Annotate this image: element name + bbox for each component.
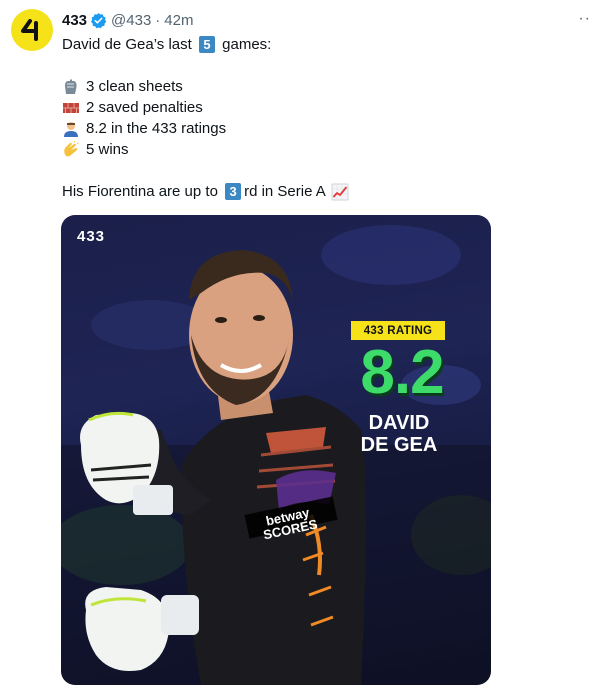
text-segment: 2 saved penalties [86, 99, 203, 116]
media-logo: 433 [77, 228, 106, 245]
433-logo-icon [21, 19, 38, 41]
separator: · [155, 11, 161, 29]
tweet-text: David de Gea’s last 5 games: 3 clean she… [62, 34, 532, 202]
keycap-three: 3 [225, 183, 242, 200]
player-name: DAVID DE GEA [349, 412, 449, 456]
text-line: 2 saved penalties [62, 97, 532, 118]
text-line: His Fiorentina are up to 3 rd in Serie A [62, 181, 532, 202]
gloves-icon [62, 78, 82, 96]
text-segment: 8.2 in the 433 ratings [86, 120, 227, 137]
timestamp[interactable]: 42m [164, 12, 193, 29]
text-line: 5 wins [62, 139, 532, 160]
text-segment: rd in Serie A [244, 183, 326, 200]
more-options-button[interactable]: ·· [578, 9, 591, 29]
player-name-line: DE GEA [360, 434, 438, 456]
clapping-hands-icon [62, 140, 82, 159]
text-segment: 3 clean sheets [86, 78, 183, 95]
goalkeeper-icon [62, 120, 82, 138]
text-segment: games: [217, 36, 272, 53]
keycap-five: 5 [198, 36, 215, 53]
text-segment: His Fiorentina are up to [62, 183, 223, 200]
brick-icon [62, 99, 82, 117]
tweet-header: 433 @433 · 42m [62, 10, 193, 30]
text-line: 8.2 in the 433 ratings [62, 118, 532, 139]
tweet-media-image[interactable]: 433 433 RATING 8.2 DAVID DE GEA betway S… [61, 215, 491, 685]
player-name-line: DAVID [368, 412, 430, 434]
text-line: David de Gea’s last 5 games: [62, 34, 532, 55]
author-name[interactable]: 433 [62, 12, 87, 29]
rating-value: 8.2 [360, 338, 444, 407]
verified-badge-icon [90, 12, 107, 29]
text-segment: David de Gea’s last [62, 36, 196, 53]
avatar[interactable] [11, 9, 53, 51]
text-line: 3 clean sheets [62, 76, 532, 97]
more-icon: ·· [578, 10, 591, 27]
text-segment: 5 wins [86, 141, 129, 158]
author-handle[interactable]: @433 [111, 12, 151, 29]
chart-increasing-icon [331, 183, 351, 201]
